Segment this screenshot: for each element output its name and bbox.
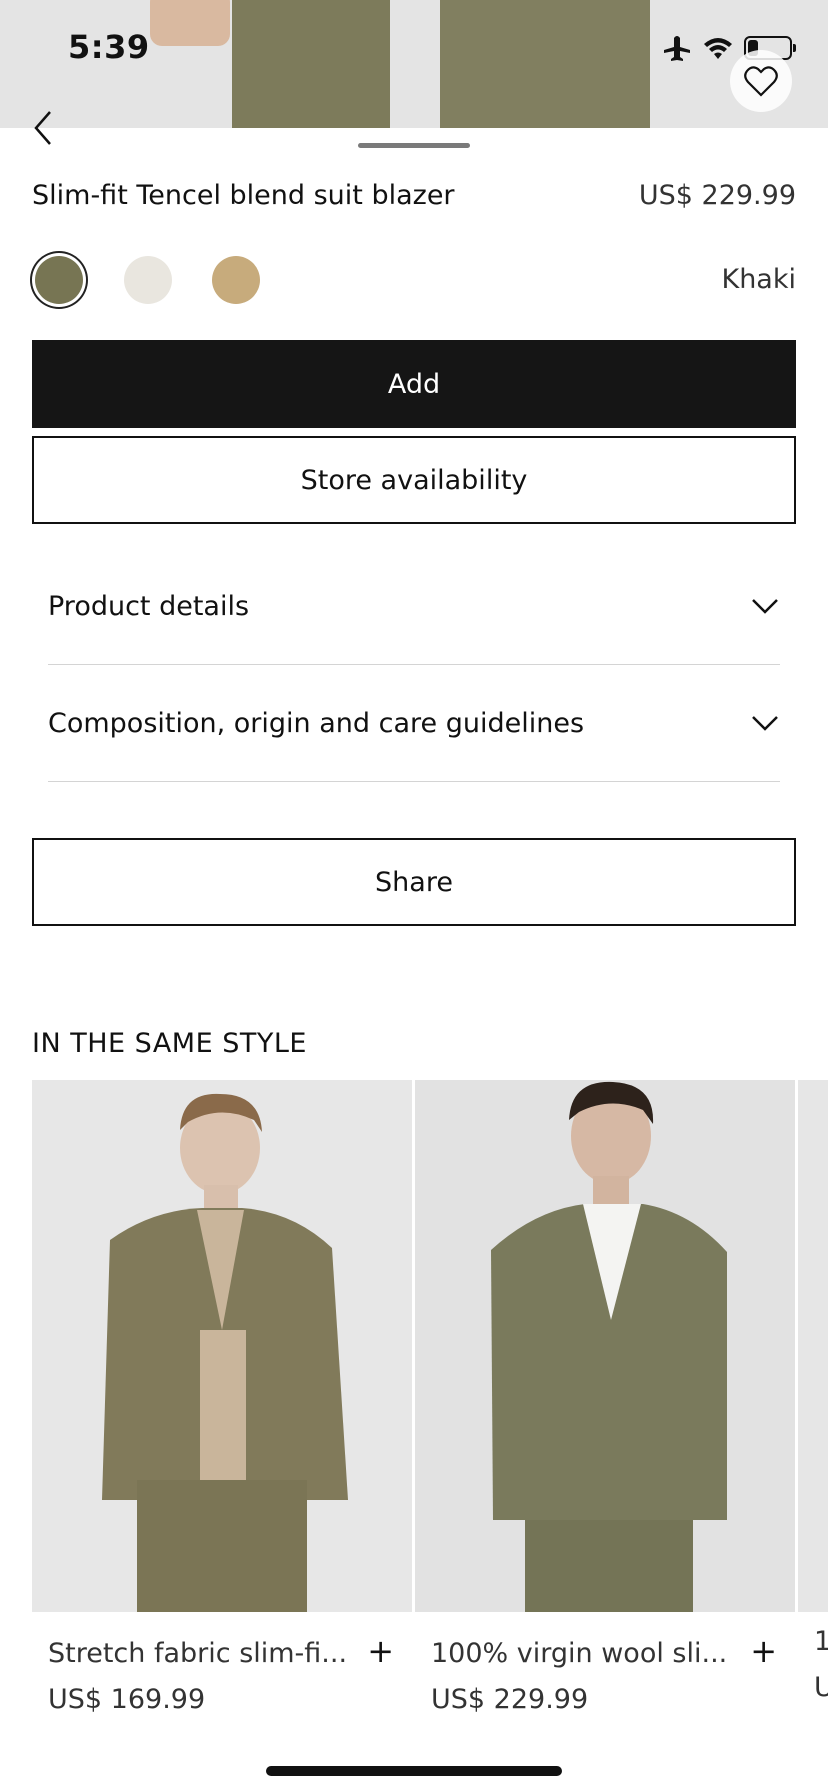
model-hand <box>150 0 230 46</box>
heart-icon <box>744 66 778 97</box>
section-heading: IN THE SAME STYLE <box>32 1028 307 1059</box>
product-card-price: U <box>814 1672 828 1703</box>
store-availability-button[interactable]: Store availability <box>32 436 796 524</box>
color-swatch-beige[interactable] <box>212 256 260 304</box>
trouser-leg-right <box>440 0 650 128</box>
accordion-label: Composition, origin and care guidelines <box>48 707 585 739</box>
wifi-icon <box>704 38 732 59</box>
product-title: Slim-fit Tencel blend suit blazer <box>32 180 455 211</box>
airplane-icon <box>664 36 690 61</box>
sheet-grabber[interactable] <box>358 143 470 148</box>
product-card-price: US$ 169.99 <box>48 1684 206 1715</box>
accordion-composition[interactable]: Composition, origin and care guidelines <box>48 665 780 782</box>
product-card[interactable]: Stretch fabric slim-fi... + US$ 169.99 <box>32 1080 412 1732</box>
product-card[interactable]: 100% virgin wool sli... + US$ 229.99 <box>415 1080 795 1732</box>
accordion-product-details[interactable]: Product details <box>48 548 780 665</box>
product-card-name: Stretch fabric slim-fi... <box>48 1638 348 1669</box>
add-button[interactable]: Add <box>32 340 796 428</box>
accordion-label: Product details <box>48 590 250 622</box>
model-photo <box>415 1080 795 1612</box>
chevron-left-icon <box>34 111 51 145</box>
product-card-image[interactable] <box>415 1080 795 1612</box>
favorite-button[interactable] <box>730 50 792 112</box>
selected-color-name: Khaki <box>721 264 796 295</box>
chevron-down-icon <box>752 599 778 614</box>
back-button[interactable] <box>30 108 58 148</box>
add-to-cart-plus-icon[interactable]: + <box>367 1632 394 1670</box>
home-indicator[interactable] <box>266 1766 562 1776</box>
chevron-down-icon <box>752 716 778 731</box>
share-button[interactable]: Share <box>32 838 796 926</box>
product-card-name: 100% virgin wool sli... <box>431 1638 728 1669</box>
product-card-price: US$ 229.99 <box>431 1684 589 1715</box>
add-to-cart-plus-icon[interactable]: + <box>750 1632 777 1670</box>
model-photo <box>32 1080 412 1612</box>
color-swatch-cream[interactable] <box>124 256 172 304</box>
trouser-leg-left <box>232 0 390 128</box>
product-card-image[interactable] <box>32 1080 412 1612</box>
product-card-image[interactable] <box>798 1080 828 1612</box>
product-price: US$ 229.99 <box>638 180 796 211</box>
product-card-name: 1 <box>814 1626 828 1657</box>
status-time: 5:39 <box>68 28 150 66</box>
color-swatch-khaki[interactable] <box>35 256 83 304</box>
